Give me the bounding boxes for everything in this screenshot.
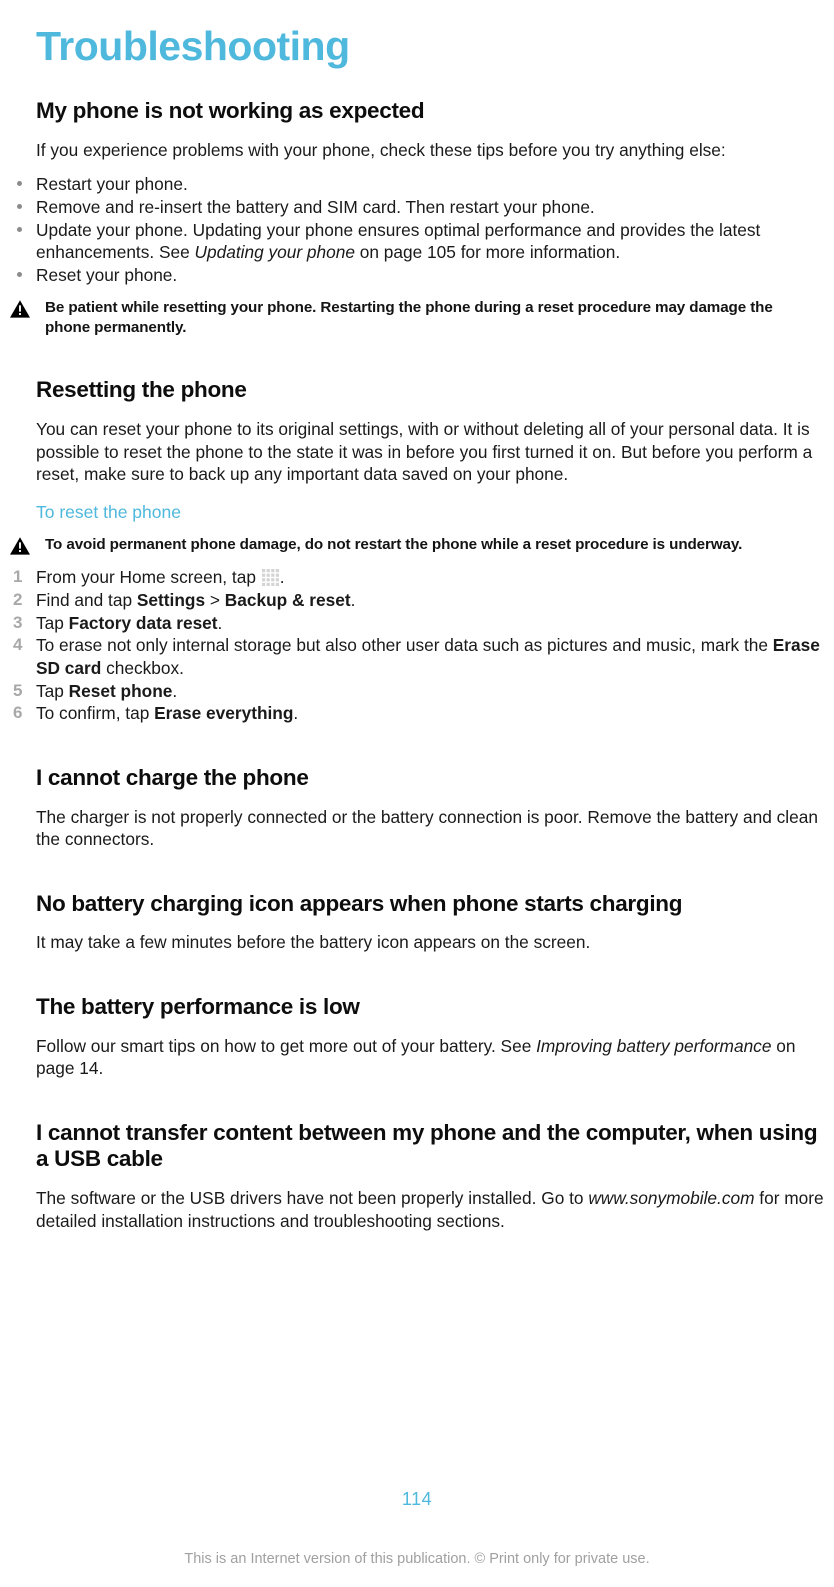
list-item-text: Reset your phone. <box>36 264 178 285</box>
list-item-text-post: on page 105 for more information. <box>354 242 621 263</box>
warning-note-avoid-damage: To avoid permanent phone damage, do not … <box>0 535 834 556</box>
step-text-post: . <box>217 612 223 633</box>
footer-notice: This is an Internet version of this publ… <box>184 1551 650 1567</box>
page-content: My phone is not working as expected If y… <box>0 98 834 1232</box>
step-text-mid: > <box>205 590 225 611</box>
manual-page: Troubleshooting My phone is not working … <box>0 0 834 1587</box>
warning-note-reset-patience: Be patient while resetting your phone. R… <box>0 298 834 337</box>
ui-label-reset-phone: Reset phone <box>68 680 173 701</box>
list-item: 2 Find and tap Settings > Backup & reset… <box>0 589 834 612</box>
step-text-pre: To erase not only internal storage but a… <box>36 635 773 656</box>
ui-label-backup-and-reset: Backup & reset <box>224 590 351 611</box>
section-heading-cannot-charge: I cannot charge the phone <box>36 764 309 790</box>
section-body-battery-low: Follow our smart tips on how to get more… <box>0 1035 834 1080</box>
step-number: 6 <box>13 703 23 723</box>
body-text-pre: Follow our smart tips on how to get more… <box>36 1035 537 1056</box>
warning-note-text: Be patient while resetting your phone. R… <box>45 299 773 336</box>
page-title: Troubleshooting <box>36 23 350 70</box>
section-heading-cannot-transfer: I cannot transfer content between my pho… <box>36 1119 818 1172</box>
list-item-text: Remove and re-insert the battery and SIM… <box>36 196 595 217</box>
step-text-pre: From your Home screen, tap <box>36 567 261 588</box>
subsection-heading-to-reset-the-phone: To reset the phone <box>36 501 181 522</box>
ui-label-erase-everything: Erase everything <box>154 703 294 724</box>
warning-triangle-icon <box>9 299 31 319</box>
ui-label-settings: Settings <box>136 590 206 611</box>
step-number: 2 <box>13 590 23 610</box>
list-item: Reset your phone. <box>0 264 834 287</box>
list-item: 5 Tap Reset phone. <box>0 680 834 703</box>
list-item: Remove and re-insert the battery and SIM… <box>0 196 834 219</box>
list-item-text: Restart your phone. <box>36 174 188 195</box>
step-text-pre: Find and tap <box>36 590 137 611</box>
section-heading-resetting: Resetting the phone <box>36 377 247 403</box>
step-text-pre: Tap <box>36 680 69 701</box>
section-body-cannot-charge: The charger is not properly connected or… <box>36 806 818 850</box>
list-item: 4 To erase not only internal storage but… <box>0 634 834 679</box>
section-body-cannot-transfer: The software or the USB drivers have not… <box>0 1187 834 1232</box>
bullet-dot-icon <box>17 226 22 232</box>
step-text-pre: Tap <box>36 612 69 633</box>
website-url: www.sonymobile.com <box>588 1187 755 1208</box>
step-number: 4 <box>13 635 23 655</box>
section-heading-not-working: My phone is not working as expected <box>36 98 425 123</box>
step-number: 3 <box>13 612 23 632</box>
ui-label-factory-data-reset: Factory data reset <box>68 612 218 633</box>
step-text-post: checkbox. <box>101 657 184 678</box>
section-heading-no-charging-icon: No battery charging icon appears when ph… <box>36 890 683 916</box>
list-item: Restart your phone. <box>0 173 834 196</box>
bullet-dot-icon <box>17 181 22 187</box>
apps-grid-icon <box>261 569 279 587</box>
cross-reference-title: Updating your phone <box>194 242 355 263</box>
list-item: Update your phone. Updating your phone e… <box>0 219 834 264</box>
list-item: 1 From your Home screen, tap . <box>0 566 834 589</box>
section-body-no-charging-icon: It may take a few minutes before the bat… <box>36 932 591 953</box>
warning-triangle-icon <box>9 536 31 556</box>
reset-steps-list: 1 From your Home screen, tap . 2 Find an… <box>0 566 834 725</box>
tips-bullet-list: Restart your phone. Remove and re-insert… <box>0 173 834 286</box>
list-item: 6 To confirm, tap Erase everything. <box>0 702 834 725</box>
bullet-dot-icon <box>17 203 22 209</box>
step-number: 1 <box>13 567 23 587</box>
section-body-resetting: You can reset your phone to its original… <box>36 418 813 485</box>
bullet-dot-icon <box>17 271 22 277</box>
step-number: 5 <box>13 680 23 700</box>
step-text-pre: To confirm, tap <box>36 703 155 724</box>
warning-note-text: To avoid permanent phone damage, do not … <box>45 535 743 553</box>
step-text-post: . <box>293 703 299 724</box>
section-intro-not-working: If you experience problems with your pho… <box>36 139 726 160</box>
body-text-pre: The software or the USB drivers have not… <box>36 1187 589 1208</box>
section-heading-battery-low: The battery performance is low <box>36 994 360 1020</box>
step-text-post: . <box>279 567 285 588</box>
cross-reference-title: Improving battery performance <box>536 1035 772 1056</box>
step-text-post: . <box>172 680 178 701</box>
list-item: 3 Tap Factory data reset. <box>0 612 834 635</box>
page-number: 114 <box>401 1489 433 1509</box>
step-text-post: . <box>350 590 356 611</box>
